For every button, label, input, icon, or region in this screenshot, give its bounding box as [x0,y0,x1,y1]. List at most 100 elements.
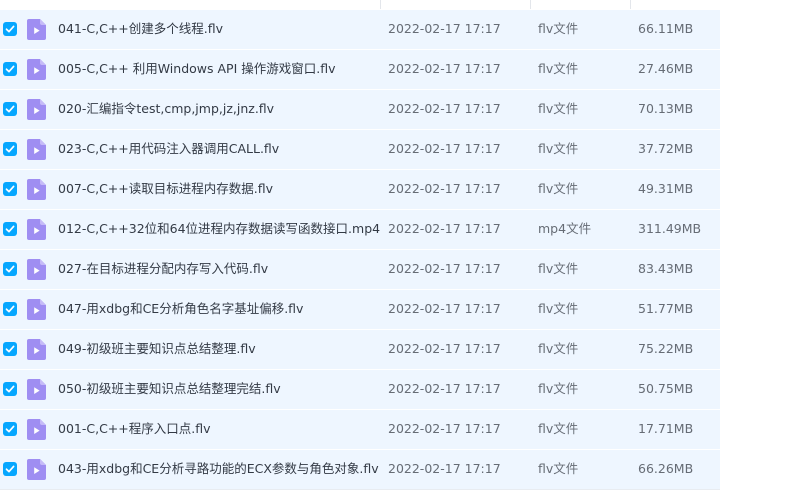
file-row[interactable]: 043-用xdbg和CE分析寻路功能的ECX参数与角色对象.flv 2022-0… [0,450,720,490]
row-checkbox[interactable] [3,22,17,36]
checkmark-icon [5,225,15,233]
row-checkbox[interactable] [3,342,17,356]
modified-date: 2022-02-17 17:17 [388,61,501,76]
file-type: flv文件 [538,141,579,156]
video-file-icon [27,139,46,160]
row-checkbox[interactable] [3,422,17,436]
file-row[interactable]: 049-初级班主要知识点总结整理.flv 2022-02-17 17:17 fl… [0,330,720,370]
video-file-icon [27,259,46,280]
row-checkbox[interactable] [3,462,17,476]
row-checkbox[interactable] [3,302,17,316]
row-checkbox[interactable] [3,142,17,156]
file-row[interactable]: 027-在目标进程分配内存写入代码.flv 2022-02-17 17:17 f… [0,250,720,290]
file-row[interactable]: 050-初级班主要知识点总结整理完结.flv 2022-02-17 17:17 … [0,370,720,410]
file-size: 311.49MB [638,221,702,236]
video-file-icon [27,299,46,320]
checkmark-icon [5,385,15,393]
modified-date: 2022-02-17 17:17 [388,21,501,36]
file-row[interactable]: 005-C,C++ 利用Windows API 操作游戏窗口.flv 2022-… [0,50,720,90]
file-name[interactable]: 027-在目标进程分配内存写入代码.flv [58,261,268,277]
modified-date: 2022-02-17 17:17 [388,261,501,276]
file-size: 75.22MB [638,341,694,356]
file-type: flv文件 [538,261,579,276]
file-size: 83.43MB [638,261,694,276]
column-divider[interactable] [380,0,381,9]
row-checkbox[interactable] [3,222,17,236]
file-type: flv文件 [538,301,579,316]
column-header-strip [0,0,795,9]
file-type: flv文件 [538,21,579,36]
row-checkbox[interactable] [3,62,17,76]
file-row[interactable]: 047-用xdbg和CE分析角色名字基址偏移.flv 2022-02-17 17… [0,290,720,330]
file-size: 37.72MB [638,141,694,156]
file-name[interactable]: 001-C,C++程序入口点.flv [58,421,211,437]
file-name[interactable]: 020-汇编指令test,cmp,jmp,jz,jnz.flv [58,101,274,117]
right-gutter [720,0,795,494]
modified-date: 2022-02-17 17:17 [388,101,501,116]
row-checkbox[interactable] [3,262,17,276]
file-size: 17.71MB [638,421,694,436]
file-name[interactable]: 005-C,C++ 利用Windows API 操作游戏窗口.flv [58,61,336,77]
checkmark-icon [5,25,15,33]
checkmark-icon [5,425,15,433]
file-size: 49.31MB [638,181,694,196]
file-size: 70.13MB [638,101,694,116]
column-divider[interactable] [630,0,631,9]
row-checkbox[interactable] [3,102,17,116]
file-name[interactable]: 023-C,C++用代码注入器调用CALL.flv [58,141,279,157]
video-file-icon [27,59,46,80]
video-file-icon [27,19,46,40]
column-divider[interactable] [530,0,531,9]
modified-date: 2022-02-17 17:17 [388,461,501,476]
checkmark-icon [5,185,15,193]
row-checkbox[interactable] [3,182,17,196]
video-file-icon [27,419,46,440]
file-type: flv文件 [538,461,579,476]
file-name[interactable]: 012-C,C++32位和64位进程内存数据读写函数接口.mp4 [58,221,380,237]
file-row[interactable]: 020-汇编指令test,cmp,jmp,jz,jnz.flv 2022-02-… [0,90,720,130]
modified-date: 2022-02-17 17:17 [388,421,501,436]
file-size: 50.75MB [638,381,694,396]
video-file-icon [27,179,46,200]
modified-date: 2022-02-17 17:17 [388,301,501,316]
checkmark-icon [5,465,15,473]
checkmark-icon [5,305,15,313]
file-name[interactable]: 049-初级班主要知识点总结整理.flv [58,341,256,357]
row-checkbox[interactable] [3,382,17,396]
file-name[interactable]: 050-初级班主要知识点总结整理完结.flv [58,381,281,397]
file-list: 041-C,C++创建多个线程.flv 2022-02-17 17:17 flv… [0,0,795,494]
checkmark-icon [5,65,15,73]
video-file-icon [27,379,46,400]
file-size: 27.46MB [638,61,694,76]
video-file-icon [27,339,46,360]
video-file-icon [27,99,46,120]
file-type: mp4文件 [538,221,592,236]
file-row[interactable]: 007-C,C++读取目标进程内存数据.flv 2022-02-17 17:17… [0,170,720,210]
modified-date: 2022-02-17 17:17 [388,341,501,356]
modified-date: 2022-02-17 17:17 [388,141,501,156]
file-row[interactable]: 041-C,C++创建多个线程.flv 2022-02-17 17:17 flv… [0,10,720,50]
file-row[interactable]: 012-C,C++32位和64位进程内存数据读写函数接口.mp4 2022-02… [0,210,720,250]
checkmark-icon [5,265,15,273]
checkmark-icon [5,345,15,353]
file-row[interactable]: 001-C,C++程序入口点.flv 2022-02-17 17:17 flv文… [0,410,720,450]
file-type: flv文件 [538,381,579,396]
file-type: flv文件 [538,101,579,116]
file-size: 66.26MB [638,461,694,476]
modified-date: 2022-02-17 17:17 [388,381,501,396]
checkmark-icon [5,145,15,153]
video-file-icon [27,459,46,480]
file-type: flv文件 [538,61,579,76]
file-type: flv文件 [538,421,579,436]
list-divider [0,489,720,490]
file-name[interactable]: 007-C,C++读取目标进程内存数据.flv [58,181,273,197]
file-name[interactable]: 041-C,C++创建多个线程.flv [58,21,223,37]
modified-date: 2022-02-17 17:17 [388,181,501,196]
modified-date: 2022-02-17 17:17 [388,221,501,236]
file-type: flv文件 [538,181,579,196]
file-row[interactable]: 023-C,C++用代码注入器调用CALL.flv 2022-02-17 17:… [0,130,720,170]
file-size: 66.11MB [638,21,694,36]
file-name[interactable]: 047-用xdbg和CE分析角色名字基址偏移.flv [58,301,303,317]
file-name[interactable]: 043-用xdbg和CE分析寻路功能的ECX参数与角色对象.flv [58,461,379,477]
video-file-icon [27,219,46,240]
